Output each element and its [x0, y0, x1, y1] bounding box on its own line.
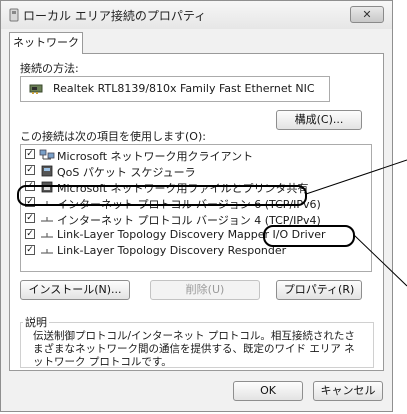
network-adapter-icon	[29, 84, 43, 94]
list-item-label: Microsoft ネットワーク用クライアント	[57, 150, 254, 163]
protocol-icon	[41, 233, 53, 238]
adapter-box: Realtek RTL8139/810x Family Fast Etherne…	[20, 76, 330, 102]
highlight-outline-properties	[263, 225, 355, 247]
component-list: ✓ Microsoft ネットワーク用クライアント ✓ QoS パケット スケジ…	[20, 144, 372, 272]
connect-using-label: 接続の方法:	[20, 62, 79, 75]
close-button[interactable]: ✕	[350, 6, 384, 23]
configure-button[interactable]: 構成(C)...	[276, 110, 362, 130]
properties-button[interactable]: プロパティ(R)	[276, 280, 362, 300]
protocol-icon	[41, 217, 53, 222]
properties-dialog: ローカル エリア接続のプロパティ ✕ ネットワーク 接続の方法: Realtek…	[0, 0, 393, 412]
list-item-label: QoS パケット スケジューラ	[57, 166, 196, 179]
list-item[interactable]: ✓ QoS パケット スケジューラ	[25, 163, 365, 179]
highlight-outline-ipv4	[17, 185, 307, 206]
qos-icon	[41, 165, 53, 177]
checkbox[interactable]: ✓	[25, 229, 35, 239]
protocol-icon	[41, 249, 53, 254]
install-button[interactable]: インストール(N)...	[20, 280, 130, 300]
cancel-button[interactable]: キャンセル	[313, 381, 383, 401]
checkbox[interactable]: ✓	[25, 165, 35, 175]
adapter-name: Realtek RTL8139/810x Family Fast Etherne…	[53, 82, 315, 95]
list-item-label: Link-Layer Topology Discovery Responder	[57, 244, 287, 257]
tab-network[interactable]: ネットワーク	[9, 32, 83, 54]
description-group: 説明 伝送制御プロトコル/インターネット プロトコル。相互接続されたさまざまなネ…	[20, 314, 374, 368]
checkbox[interactable]: ✓	[25, 149, 35, 159]
description-text: 伝送制御プロトコル/インターネット プロトコル。相互接続されたさまざまなネットワ…	[33, 330, 355, 368]
network-client-icon	[39, 149, 55, 160]
checkbox[interactable]: ✓	[25, 245, 35, 255]
checkbox[interactable]: ✓	[25, 213, 35, 223]
uninstall-button[interactable]: 削除(U)	[150, 280, 260, 300]
title-bar[interactable]: ローカル エリア接続のプロパティ ✕	[1, 1, 392, 29]
network-connection-icon	[9, 8, 19, 22]
list-item[interactable]: ✓ Microsoft ネットワーク用クライアント	[25, 147, 365, 163]
description-label: 説明	[25, 316, 47, 329]
items-label: この接続は次の項目を使用します(O):	[20, 130, 206, 143]
tab-panel: 接続の方法: Realtek RTL8139/810x Family Fast …	[9, 53, 384, 371]
ok-button[interactable]: OK	[233, 381, 303, 401]
window-title: ローカル エリア接続のプロパティ	[23, 9, 207, 23]
